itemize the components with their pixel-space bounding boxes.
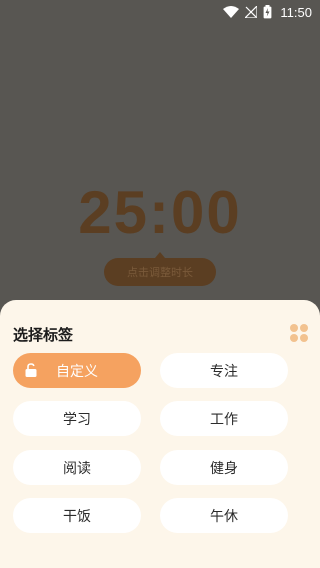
status-bar: 11:50 (0, 0, 320, 24)
timer-display[interactable]: 25:00 (0, 178, 320, 247)
battery-charging-icon (263, 5, 272, 19)
tag-study[interactable]: 学习 (13, 401, 141, 436)
tag-reading[interactable]: 阅读 (13, 450, 141, 485)
tag-label: 干饭 (63, 508, 91, 525)
tag-work[interactable]: 工作 (160, 401, 288, 436)
unlock-icon (25, 363, 37, 377)
tag-label: 工作 (210, 411, 238, 428)
tag-label: 午休 (210, 508, 238, 525)
tag-label: 阅读 (63, 460, 91, 477)
sheet-title: 选择标签 (13, 326, 74, 344)
tag-meal[interactable]: 干饭 (13, 498, 141, 533)
tag-nap[interactable]: 午休 (160, 498, 288, 533)
tag-label: 自定义 (56, 363, 98, 380)
grid-dots-icon[interactable] (290, 324, 308, 342)
tag-label: 学习 (63, 411, 91, 428)
tag-fitness[interactable]: 健身 (160, 450, 288, 485)
tag-label: 健身 (210, 460, 238, 477)
wifi-icon (223, 6, 240, 18)
adjust-duration-button[interactable]: 点击调整时长 (104, 258, 216, 286)
status-time: 11:50 (280, 4, 312, 20)
signal-off-icon (245, 6, 258, 18)
tag-selection-sheet: 选择标签 自定义 专注 学习 工作 阅读 健身 干饭 午休 (0, 300, 320, 568)
tag-label: 专注 (210, 363, 238, 380)
tag-focus[interactable]: 专注 (160, 353, 288, 388)
tag-custom[interactable]: 自定义 (13, 353, 141, 388)
